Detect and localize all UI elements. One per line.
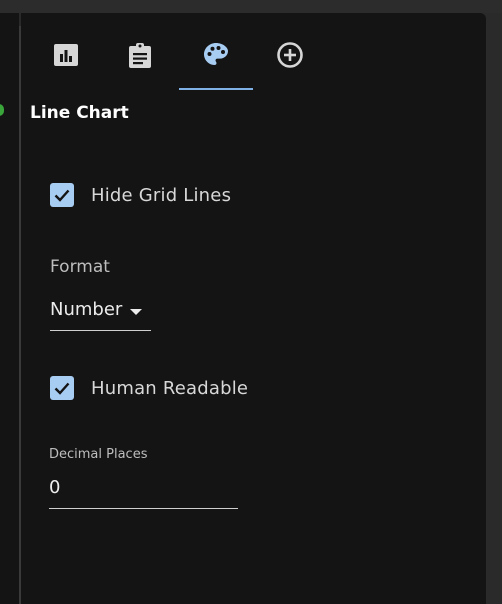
status-dot	[0, 104, 4, 116]
human-readable-label: Human Readable	[91, 377, 249, 399]
human-readable-checkbox[interactable]	[50, 376, 74, 400]
section-title: Line Chart	[30, 103, 129, 123]
hide-grid-lines-option[interactable]: Hide Grid Lines	[50, 183, 231, 207]
bar-chart-icon	[54, 44, 78, 66]
tab-chart[interactable]	[37, 41, 95, 81]
tab-bar	[21, 13, 486, 93]
human-readable-option[interactable]: Human Readable	[50, 376, 248, 400]
left-panel	[0, 13, 19, 604]
tab-add[interactable]	[261, 41, 319, 81]
decimal-places-input[interactable]: 0	[49, 476, 238, 509]
window-top-strip	[0, 0, 502, 13]
tab-style[interactable]	[187, 41, 245, 81]
clipboard-icon	[129, 43, 151, 68]
palette-icon	[204, 43, 228, 65]
format-select[interactable]: Number	[50, 298, 151, 331]
hide-grid-lines-checkbox[interactable]	[50, 183, 74, 207]
format-select-value: Number	[50, 299, 123, 320]
check-icon	[54, 189, 70, 202]
tab-details[interactable]	[111, 41, 169, 81]
format-label: Format	[50, 257, 110, 277]
decimal-places-value: 0	[49, 477, 61, 498]
settings-panel: Line Chart Hide Grid Lines Format Number…	[21, 13, 486, 604]
check-icon	[54, 382, 70, 395]
decimal-places-label: Decimal Places	[49, 447, 148, 462]
active-tab-indicator	[179, 88, 253, 90]
hide-grid-lines-label: Hide Grid Lines	[91, 184, 232, 206]
chevron-down-icon	[130, 309, 142, 315]
add-circle-icon	[277, 42, 303, 68]
